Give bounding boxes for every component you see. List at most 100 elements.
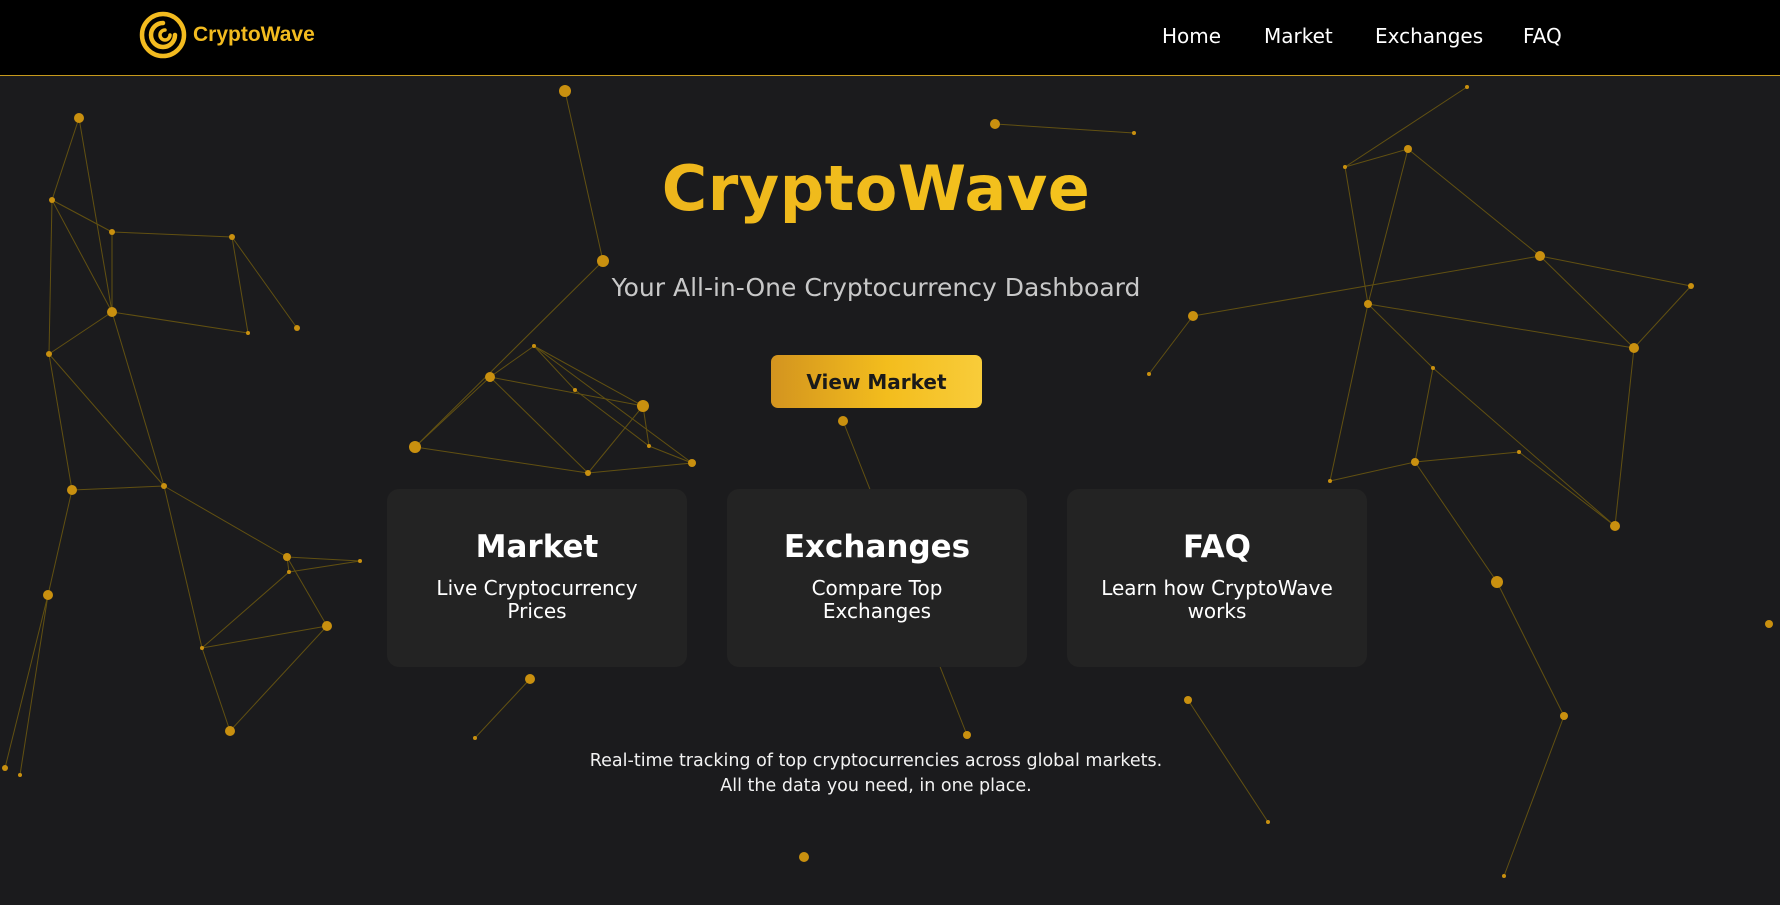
network-edge: [1539, 255, 1635, 349]
network-node: [246, 331, 250, 335]
network-node: [107, 307, 117, 317]
card-description: Learn how CryptoWave works: [1101, 576, 1333, 623]
network-edge: [474, 678, 531, 739]
network-edge: [1148, 315, 1194, 375]
view-market-button[interactable]: View Market: [771, 355, 982, 408]
network-edge: [71, 485, 165, 491]
network-edge: [47, 489, 73, 596]
tagline-line-2: All the data you need, in one place.: [720, 776, 1032, 796]
network-edge: [533, 345, 576, 391]
tagline: Real-time tracking of top cryptocurrenci…: [0, 749, 1752, 799]
network-edge: [1414, 451, 1520, 463]
network-edge: [48, 353, 73, 491]
network-node: [1610, 521, 1620, 531]
nav-item-exchanges[interactable]: Exchanges: [1375, 24, 1483, 48]
card-description: Compare Top Exchanges: [811, 576, 943, 623]
network-edge: [4, 594, 49, 769]
network-edge: [1496, 581, 1565, 717]
network-node: [597, 255, 609, 267]
network-node: [225, 726, 235, 736]
network-node: [1411, 458, 1419, 466]
network-edge: [574, 389, 650, 447]
network-node: [322, 621, 332, 631]
card-title: FAQ: [1183, 529, 1251, 565]
network-edge: [163, 485, 203, 649]
network-node: [294, 325, 300, 331]
network-node: [409, 441, 421, 453]
network-node: [1132, 131, 1136, 135]
network-edge: [163, 485, 288, 558]
main-nav: Home Market Exchanges FAQ: [0, 24, 1780, 54]
network-node: [109, 229, 115, 235]
network-node: [1502, 874, 1506, 878]
network-node: [637, 400, 649, 412]
network-edge: [201, 571, 290, 649]
network-edge: [111, 311, 165, 487]
network-node: [67, 485, 77, 495]
network-edge: [994, 123, 1135, 134]
network-edge: [1614, 347, 1635, 527]
hero-subtitle: Your All-in-One Cryptocurrency Dashboard: [611, 273, 1141, 302]
tagline-line-1: Real-time tracking of top cryptocurrenci…: [589, 751, 1163, 771]
network-edge: [533, 345, 644, 407]
nav-item-market[interactable]: Market: [1264, 24, 1333, 48]
network-node: [46, 351, 52, 357]
network-edge: [414, 446, 589, 474]
exchanges-card[interactable]: Exchanges Compare Top Exchanges: [727, 489, 1027, 667]
network-node: [1184, 696, 1192, 704]
network-node: [525, 674, 535, 684]
network-node: [990, 119, 1000, 129]
network-edge: [642, 405, 650, 447]
network-node: [287, 570, 291, 574]
hero-title: CryptoWave: [0, 152, 1752, 225]
network-edge: [533, 345, 693, 464]
network-node: [43, 590, 53, 600]
network-node: [1491, 576, 1503, 588]
network-edge: [587, 462, 693, 474]
network-edge: [1518, 451, 1616, 527]
network-node: [1535, 251, 1545, 261]
network-node: [688, 459, 696, 467]
network-node: [1629, 343, 1639, 353]
network-node: [1560, 712, 1568, 720]
network-edge: [489, 376, 589, 474]
card-description: Live Cryptocurrency Prices: [436, 576, 638, 623]
network-edge: [111, 311, 249, 334]
card-title: Market: [475, 529, 599, 565]
network-edge: [201, 625, 328, 649]
network-node: [473, 736, 477, 740]
nav-item-home[interactable]: Home: [1162, 24, 1221, 48]
network-node: [485, 372, 495, 382]
network-edge: [1329, 461, 1416, 482]
network-node: [1328, 479, 1332, 483]
network-node: [559, 85, 571, 97]
network-edge: [48, 311, 113, 355]
network-node: [1765, 620, 1773, 628]
network-edge: [1432, 367, 1616, 527]
network-edge: [288, 560, 361, 573]
network-node: [1465, 85, 1469, 89]
network-edge: [1329, 303, 1369, 482]
network-edge: [19, 594, 49, 776]
network-node: [358, 559, 362, 563]
network-node: [1431, 366, 1435, 370]
network-node: [585, 470, 591, 476]
network-edge: [201, 647, 231, 732]
network-node: [647, 444, 651, 448]
network-node: [1147, 372, 1151, 376]
network-edge: [587, 405, 644, 474]
network-node: [283, 553, 291, 561]
network-edge: [1414, 461, 1498, 583]
nav-item-faq[interactable]: FAQ: [1523, 24, 1562, 48]
network-edge: [229, 625, 328, 732]
market-card[interactable]: Market Live Cryptocurrency Prices: [387, 489, 687, 667]
faq-card[interactable]: FAQ Learn how CryptoWave works: [1067, 489, 1367, 667]
site-header: CryptoWave Home Market Exchanges FAQ: [0, 0, 1780, 76]
network-node: [229, 234, 235, 240]
network-edge: [286, 556, 361, 562]
network-edge: [1367, 303, 1635, 349]
network-node: [799, 852, 809, 862]
network-node: [1517, 450, 1521, 454]
network-node: [200, 646, 204, 650]
network-node: [74, 113, 84, 123]
